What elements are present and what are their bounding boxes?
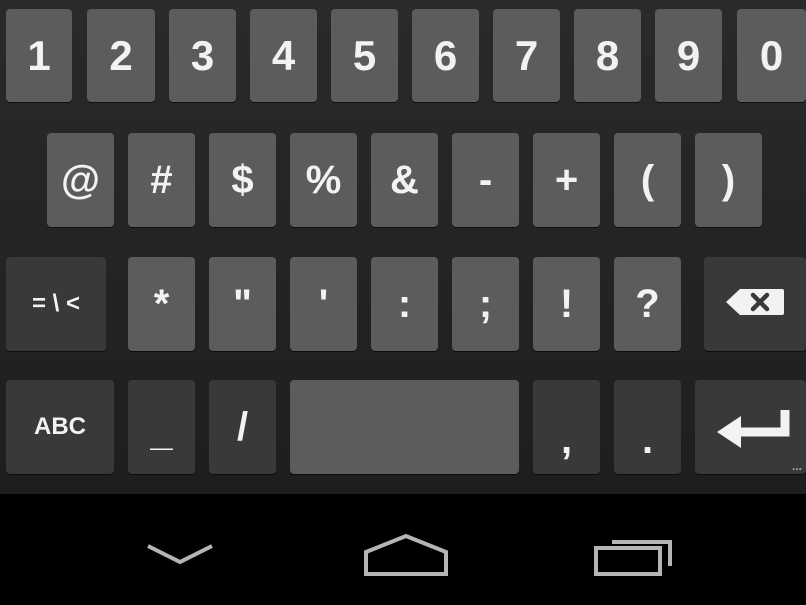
key-underscore-label: _	[150, 410, 173, 454]
key-9-label: 9	[676, 31, 701, 79]
key-abc-label: ABC	[34, 413, 86, 440]
key-open-paren[interactable]: (	[614, 133, 681, 227]
key-7[interactable]: 7	[493, 9, 560, 102]
key-0-label: 0	[759, 31, 784, 79]
key-semicolon-label: ;	[478, 282, 493, 326]
key-slash-label: /	[236, 405, 249, 449]
backspace-icon	[724, 287, 786, 322]
keyboard: 1 2 3 4 5 6 7 8 9 0 @ # $ % & - + ( ) = …	[0, 0, 806, 494]
space-bar[interactable]	[290, 380, 519, 474]
key-comma[interactable]: ,	[533, 380, 600, 474]
key-double-quote-label: "	[233, 282, 252, 326]
home-button[interactable]	[358, 530, 454, 580]
back-button[interactable]	[140, 534, 220, 578]
navigation-bar	[0, 494, 806, 605]
key-open-paren-label: (	[640, 158, 655, 202]
key-dollar-label: $	[231, 158, 254, 202]
key-underscore[interactable]: _	[128, 380, 195, 474]
key-period[interactable]: .	[614, 380, 681, 474]
key-colon[interactable]: :	[371, 257, 438, 351]
key-semicolon[interactable]: ;	[452, 257, 519, 351]
key-2[interactable]: 2	[87, 9, 155, 102]
key-3[interactable]: 3	[169, 9, 236, 102]
key-asterisk-label: *	[153, 282, 170, 326]
key-asterisk[interactable]: *	[128, 257, 195, 351]
key-5-label: 5	[352, 31, 377, 79]
key-1[interactable]: 1	[6, 9, 72, 102]
key-8-label: 8	[595, 31, 620, 79]
key-9[interactable]: 9	[655, 9, 722, 102]
key-period-label: .	[641, 418, 654, 462]
key-more-symbols[interactable]: = \ <	[6, 257, 106, 351]
recent-apps-icon	[590, 540, 680, 584]
key-2-label: 2	[109, 31, 133, 79]
more-indicator: ...	[791, 459, 802, 473]
key-abc[interactable]: ABC	[6, 380, 114, 474]
key-dollar[interactable]: $	[209, 133, 276, 227]
key-plus[interactable]: +	[533, 133, 600, 227]
key-single-quote[interactable]: '	[290, 257, 357, 351]
key-ampersand-label: &	[390, 158, 419, 202]
key-double-quote[interactable]: "	[209, 257, 276, 351]
key-single-quote-label: '	[318, 282, 329, 326]
key-4[interactable]: 4	[250, 9, 317, 102]
key-enter[interactable]: ...	[695, 380, 806, 474]
key-hash[interactable]: #	[128, 133, 195, 227]
key-ampersand[interactable]: &	[371, 133, 438, 227]
key-6[interactable]: 6	[412, 9, 479, 102]
key-hash-label: #	[150, 158, 173, 202]
key-plus-label: +	[554, 158, 579, 202]
key-6-label: 6	[433, 31, 458, 79]
key-1-label: 1	[27, 31, 51, 79]
key-more-symbols-label: = \ <	[31, 290, 81, 317]
key-slash[interactable]: /	[209, 380, 276, 474]
key-5[interactable]: 5	[331, 9, 398, 102]
key-percent-label: %	[305, 158, 342, 202]
key-exclamation[interactable]: !	[533, 257, 600, 351]
home-icon	[358, 533, 454, 584]
key-percent[interactable]: %	[290, 133, 357, 227]
key-at-label: @	[60, 158, 100, 202]
key-question[interactable]: ?	[614, 257, 681, 351]
key-3-label: 3	[190, 31, 215, 79]
enter-icon	[711, 402, 791, 453]
key-4-label: 4	[271, 31, 296, 79]
recent-apps-button[interactable]	[590, 532, 680, 580]
key-8[interactable]: 8	[574, 9, 641, 102]
key-minus[interactable]: -	[452, 133, 519, 227]
key-question-label: ?	[635, 282, 660, 326]
key-at[interactable]: @	[47, 133, 114, 227]
key-backspace[interactable]	[704, 257, 806, 351]
key-minus-label: -	[478, 158, 493, 202]
key-comma-label: ,	[560, 418, 573, 462]
key-close-paren-label: )	[721, 158, 736, 202]
key-colon-label: :	[397, 282, 412, 326]
back-chevron-icon	[140, 544, 220, 582]
key-close-paren[interactable]: )	[695, 133, 762, 227]
key-7-label: 7	[514, 31, 539, 79]
key-exclamation-label: !	[559, 282, 574, 326]
key-0[interactable]: 0	[737, 9, 806, 102]
